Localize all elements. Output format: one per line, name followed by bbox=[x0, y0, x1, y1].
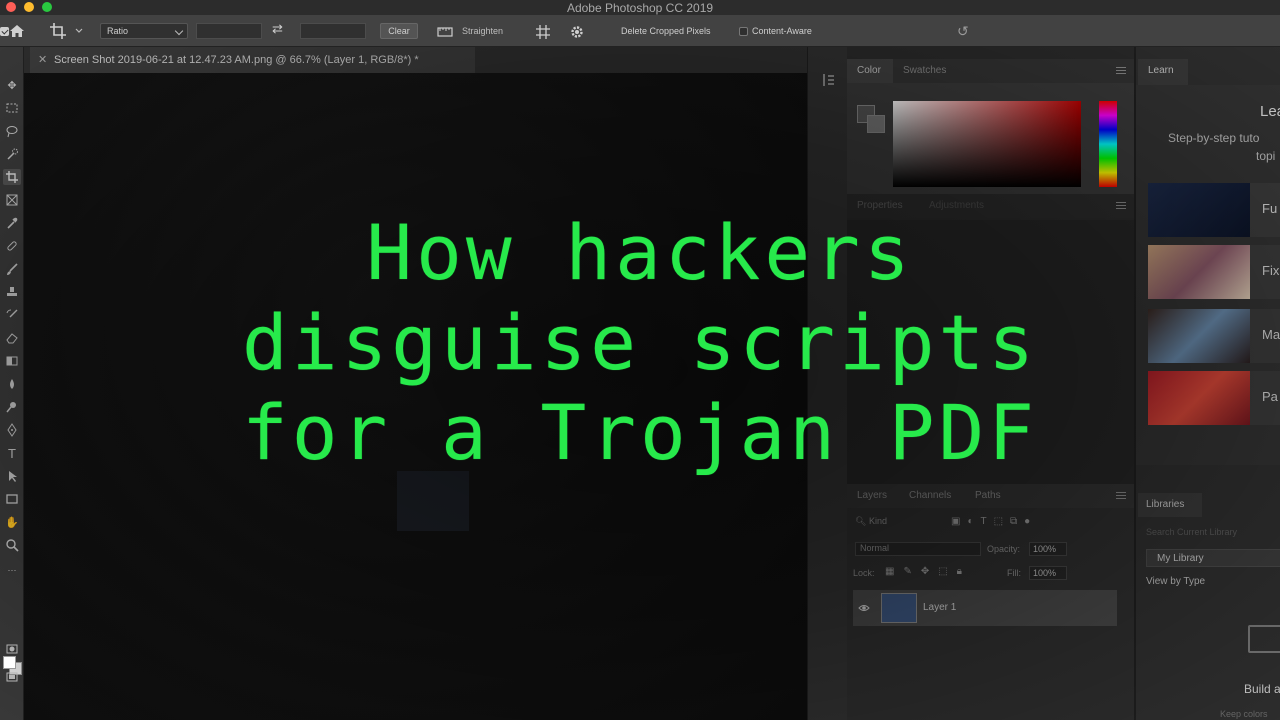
fill-label: Fill: bbox=[1007, 568, 1021, 578]
options-bar: Ratio ⇄ Clear Straighten Delete Cropped … bbox=[0, 15, 1280, 47]
learn-subtitle-line-2: topi bbox=[1256, 149, 1276, 163]
history-panel-icon[interactable] bbox=[820, 71, 838, 89]
view-by-select[interactable]: View by Type bbox=[1146, 576, 1205, 587]
layer-name: Layer 1 bbox=[923, 602, 957, 613]
crop-tool-preset-icon[interactable] bbox=[48, 21, 88, 41]
tab-learn[interactable]: Learn bbox=[1138, 59, 1188, 85]
layers-panel: 🔍︎ Kind ▣◐T⬚⧉● Normal Opacity: 100% Lock… bbox=[847, 508, 1134, 720]
ratio-height-input[interactable] bbox=[300, 23, 366, 39]
library-select[interactable]: My Library bbox=[1146, 549, 1280, 567]
library-search-input[interactable]: Search Current Library bbox=[1146, 527, 1280, 543]
document-tab[interactable]: ✕ Screen Shot 2019-06-21 at 12.47.23 AM.… bbox=[30, 47, 475, 73]
ratio-select-label: Ratio bbox=[107, 26, 129, 36]
clear-button[interactable]: Clear bbox=[380, 23, 418, 39]
swap-icon[interactable]: ⇄ bbox=[272, 21, 290, 37]
title-bar: Adobe Photoshop CC 2019 bbox=[0, 0, 1280, 15]
headline-line-3: for a Trojan PDF bbox=[241, 388, 1039, 477]
ratio-width-input[interactable] bbox=[196, 23, 262, 39]
color-panel bbox=[847, 83, 1134, 203]
straighten-label: Straighten bbox=[462, 26, 504, 36]
lock-label: Lock: bbox=[853, 568, 875, 578]
learn-heading: Lea bbox=[1260, 103, 1280, 120]
more-tools-icon[interactable]: ··· bbox=[3, 562, 21, 578]
chevron-down-icon bbox=[174, 26, 184, 36]
content-aware-label: Content-Aware bbox=[752, 26, 812, 36]
tab-libraries[interactable]: Libraries bbox=[1138, 493, 1202, 517]
color-panel-header: Color Swatches bbox=[847, 59, 1134, 83]
lasso-tool-icon[interactable] bbox=[3, 123, 21, 139]
crop-tool-icon[interactable] bbox=[3, 169, 21, 185]
learn-subtitle-line-1: Step-by-step tuto bbox=[1168, 131, 1260, 145]
image-icon bbox=[1248, 625, 1280, 653]
ratio-select[interactable]: Ratio bbox=[100, 23, 188, 39]
home-icon[interactable] bbox=[8, 23, 26, 39]
tab-layers[interactable]: Layers bbox=[857, 490, 887, 501]
hand-tool-icon[interactable]: ✋ bbox=[3, 514, 21, 530]
headline-line-2: disguise scripts bbox=[241, 298, 1039, 387]
build-library-text: Build a C bbox=[1244, 682, 1280, 696]
document-tab-title: Screen Shot 2019-06-21 at 12.47.23 AM.pn… bbox=[54, 54, 419, 66]
move-tool-icon[interactable]: ✥ bbox=[3, 77, 21, 93]
screen-mode-icon[interactable] bbox=[3, 669, 21, 685]
overlay-grid-icon[interactable] bbox=[534, 24, 552, 40]
quick-selection-tool-icon[interactable] bbox=[3, 146, 21, 162]
lock-icons[interactable]: ▦✎✥⬚🔒︎ bbox=[885, 566, 971, 577]
straighten-icon[interactable] bbox=[436, 23, 454, 39]
color-picker-field[interactable] bbox=[893, 101, 1081, 187]
tab-paths[interactable]: Paths bbox=[975, 490, 1001, 501]
rectangle-tool-icon[interactable] bbox=[3, 491, 21, 507]
panel-menu-icon[interactable] bbox=[1116, 492, 1126, 499]
layer-thumbnail bbox=[881, 593, 917, 623]
canvas-image-fragment bbox=[397, 471, 469, 531]
layers-panel-header: Layers Channels Paths bbox=[847, 484, 1134, 508]
zoom-tool-icon[interactable] bbox=[3, 537, 21, 553]
opacity-label: Opacity: bbox=[987, 544, 1021, 554]
layer-filter-icons[interactable]: ▣◐T⬚⧉● bbox=[951, 516, 1037, 527]
reset-icon[interactable]: ↺ bbox=[957, 23, 975, 39]
quick-mask-icon[interactable] bbox=[3, 641, 21, 657]
layer-row[interactable]: Layer 1 bbox=[853, 590, 1117, 626]
tab-channels[interactable]: Channels bbox=[909, 490, 951, 501]
layer-filter-label: Kind bbox=[868, 516, 887, 526]
panel-menu-icon[interactable] bbox=[1116, 67, 1126, 74]
tab-swatches[interactable]: Swatches bbox=[903, 65, 946, 76]
layer-filter-select[interactable]: 🔍︎ Kind bbox=[855, 516, 939, 530]
app-title: Adobe Photoshop CC 2019 bbox=[566, 1, 714, 15]
delete-cropped-pixels-label: Delete Cropped Pixels bbox=[621, 26, 711, 36]
eye-icon[interactable] bbox=[858, 602, 870, 614]
foreground-color-swatch[interactable] bbox=[3, 656, 16, 669]
close-icon[interactable]: ✕ bbox=[38, 53, 47, 66]
headline-line-1: How hackers bbox=[366, 208, 914, 297]
fill-input[interactable]: 100% bbox=[1029, 566, 1067, 580]
opacity-input[interactable]: 100% bbox=[1029, 542, 1067, 556]
gear-icon[interactable] bbox=[569, 24, 585, 40]
delete-cropped-pixels-checkbox[interactable] bbox=[0, 27, 9, 36]
frame-tool-icon[interactable] bbox=[3, 192, 21, 208]
hue-slider[interactable] bbox=[1099, 101, 1117, 187]
headline-text: How hackers disguise scripts for a Troja… bbox=[0, 208, 1280, 478]
blend-mode-select[interactable]: Normal bbox=[855, 542, 981, 556]
content-aware-checkbox[interactable] bbox=[739, 27, 748, 36]
keep-colors-text: Keep colors bbox=[1220, 709, 1268, 719]
marquee-tool-icon[interactable] bbox=[3, 100, 21, 116]
color-bg-swatch[interactable] bbox=[867, 115, 885, 133]
tab-color-label: Color bbox=[857, 65, 881, 76]
